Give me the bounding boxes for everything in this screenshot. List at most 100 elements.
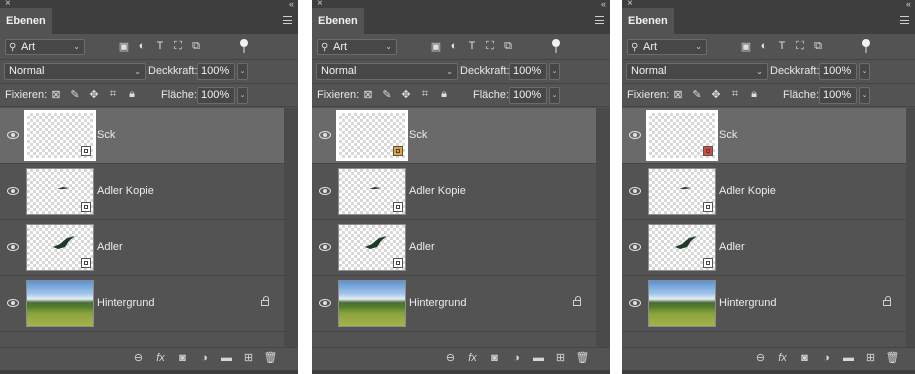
filter-type-dropdown[interactable]: ⚲ Art ⌄ <box>627 39 707 55</box>
panel-menu-icon[interactable] <box>283 16 292 24</box>
filter-toggle[interactable] <box>862 39 870 47</box>
lock-icon[interactable] <box>883 296 893 307</box>
image-filter-icon[interactable]: ▣ <box>430 40 442 53</box>
layer-name[interactable]: Hintergrund <box>97 296 154 310</box>
visibility-eye-icon[interactable] <box>319 243 331 251</box>
panel-menu-icon[interactable] <box>595 16 604 24</box>
layer-thumbnail[interactable] <box>338 280 406 327</box>
opacity-input[interactable]: 100% <box>509 63 547 80</box>
layer-row[interactable]: Adler Kopie <box>312 164 596 220</box>
adjustment-filter-icon[interactable]: ◐ <box>136 40 148 52</box>
adjustment-layer-icon[interactable]: ◑ <box>820 351 833 364</box>
visibility-eye-icon[interactable] <box>7 243 19 251</box>
layer-row[interactable]: Adler <box>0 220 284 276</box>
group-folder-icon[interactable]: ▬ <box>842 351 855 364</box>
blend-mode-dropdown[interactable]: Normal ⌄ <box>4 63 146 80</box>
visibility-eye-icon[interactable] <box>7 131 19 139</box>
trash-icon[interactable]: 🗑︎ <box>886 351 900 364</box>
opacity-dropdown-button[interactable]: ⌄ <box>859 63 870 80</box>
smart-object-filter-icon[interactable]: ⧉ <box>502 40 514 52</box>
lock-all-icon[interactable]: 🔒︎ <box>126 88 138 101</box>
shape-filter-icon[interactable]: ⛶ <box>794 40 806 52</box>
new-layer-icon[interactable]: ⊞ <box>554 351 567 364</box>
add-mask-icon[interactable]: ◙ <box>488 351 501 364</box>
lock-transparent-pixels-icon[interactable]: ⊠ <box>362 88 374 101</box>
layer-row[interactable]: Adler Kopie <box>622 164 906 220</box>
lock-icon[interactable] <box>573 296 583 307</box>
layer-thumbnail[interactable] <box>648 224 716 271</box>
lock-transparent-pixels-icon[interactable]: ⊠ <box>672 88 684 101</box>
layer-row[interactable]: Hintergrund <box>312 276 596 332</box>
layer-name[interactable]: Adler Kopie <box>97 184 154 198</box>
lock-image-pixels-icon[interactable]: ✎ <box>69 88 81 101</box>
layer-name[interactable]: Adler Kopie <box>719 184 776 198</box>
trash-icon[interactable]: 🗑︎ <box>264 351 278 364</box>
fill-input[interactable]: 100% <box>509 87 547 104</box>
filter-type-dropdown[interactable]: ⚲ Art ⌄ <box>5 39 85 55</box>
filter-toggle[interactable] <box>240 39 248 47</box>
group-folder-icon[interactable]: ▬ <box>532 351 545 364</box>
new-layer-icon[interactable]: ⊞ <box>242 351 255 364</box>
visibility-eye-icon[interactable] <box>629 299 641 307</box>
visibility-eye-icon[interactable] <box>629 131 641 139</box>
layer-thumbnail[interactable] <box>26 224 94 271</box>
fill-input[interactable]: 100% <box>197 87 235 104</box>
lock-position-icon[interactable]: ✥ <box>710 88 722 101</box>
opacity-dropdown-button[interactable]: ⌄ <box>237 63 248 80</box>
lock-image-pixels-icon[interactable]: ✎ <box>381 88 393 101</box>
type-filter-icon[interactable]: T <box>466 40 478 52</box>
tab-layers[interactable]: Ebenen <box>622 8 674 34</box>
blend-mode-dropdown[interactable]: Normal ⌄ <box>316 63 458 80</box>
layer-row[interactable]: Adler <box>622 220 906 276</box>
scrollbar[interactable] <box>596 108 610 348</box>
lock-position-icon[interactable]: ✥ <box>400 88 412 101</box>
lock-position-icon[interactable]: ✥ <box>88 88 100 101</box>
fx-icon[interactable]: fx <box>154 351 167 364</box>
layer-name[interactable]: Sck <box>409 128 427 142</box>
panel-menu-icon[interactable] <box>900 16 909 24</box>
visibility-eye-icon[interactable] <box>319 187 331 195</box>
add-mask-icon[interactable]: ◙ <box>176 351 189 364</box>
opacity-input[interactable]: 100% <box>819 63 857 80</box>
fill-input[interactable]: 100% <box>819 87 857 104</box>
tab-layers[interactable]: Ebenen <box>0 8 52 34</box>
lock-artboard-icon[interactable]: ⌗ <box>729 88 741 101</box>
visibility-eye-icon[interactable] <box>7 187 19 195</box>
shape-filter-icon[interactable]: ⛶ <box>484 40 496 52</box>
lock-all-icon[interactable]: 🔒︎ <box>438 88 450 101</box>
layer-thumbnail[interactable] <box>338 224 406 271</box>
opacity-dropdown-button[interactable]: ⌄ <box>549 63 560 80</box>
layer-row[interactable]: Hintergrund <box>622 276 906 332</box>
visibility-eye-icon[interactable] <box>629 243 641 251</box>
layer-name[interactable]: Sck <box>97 128 115 142</box>
fx-icon[interactable]: fx <box>776 351 789 364</box>
smart-object-filter-icon[interactable]: ⧉ <box>190 40 202 52</box>
scrollbar[interactable] <box>906 108 915 348</box>
blend-mode-dropdown[interactable]: Normal ⌄ <box>626 63 768 80</box>
layer-thumbnail[interactable] <box>648 168 716 215</box>
link-layers-icon[interactable]: ⊖ <box>444 351 457 364</box>
adjustment-layer-icon[interactable]: ◑ <box>198 351 211 364</box>
lock-image-pixels-icon[interactable]: ✎ <box>691 88 703 101</box>
layer-thumbnail[interactable] <box>338 168 406 215</box>
type-filter-icon[interactable]: T <box>776 40 788 52</box>
scrollbar[interactable] <box>284 108 298 348</box>
visibility-eye-icon[interactable] <box>7 299 19 307</box>
image-filter-icon[interactable]: ▣ <box>118 40 130 53</box>
new-layer-icon[interactable]: ⊞ <box>864 351 877 364</box>
layer-row[interactable]: Hintergrund <box>0 276 284 332</box>
fill-dropdown-button[interactable]: ⌄ <box>549 87 560 104</box>
link-layers-icon[interactable]: ⊖ <box>132 351 145 364</box>
smart-object-filter-icon[interactable]: ⧉ <box>812 40 824 52</box>
add-mask-icon[interactable]: ◙ <box>798 351 811 364</box>
filter-toggle[interactable] <box>552 39 560 47</box>
lock-artboard-icon[interactable]: ⌗ <box>419 88 431 101</box>
layer-thumbnail[interactable] <box>646 110 718 161</box>
layer-row[interactable]: Sck <box>622 108 906 164</box>
fx-icon[interactable]: fx <box>466 351 479 364</box>
opacity-input[interactable]: 100% <box>197 63 235 80</box>
layer-row[interactable]: Adler <box>312 220 596 276</box>
layer-name[interactable]: Hintergrund <box>719 296 776 310</box>
adjustment-filter-icon[interactable]: ◐ <box>758 40 770 52</box>
layer-row[interactable]: Sck <box>0 108 284 164</box>
